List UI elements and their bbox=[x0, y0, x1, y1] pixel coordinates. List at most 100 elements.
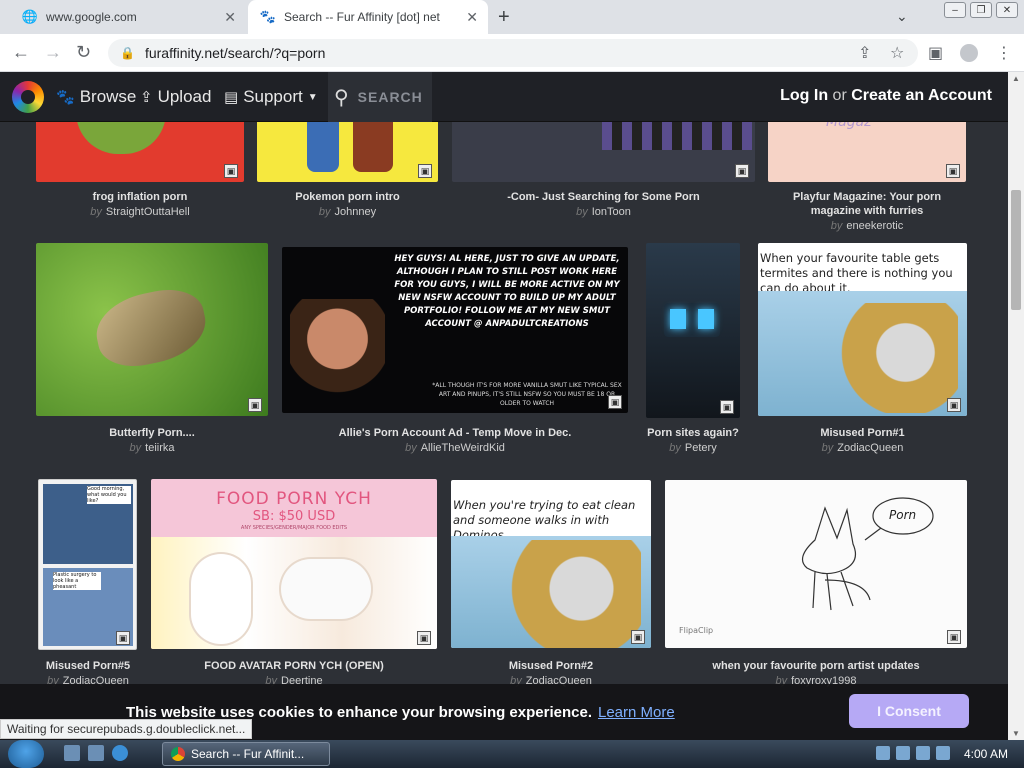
nav-upload[interactable]: ⇪ Upload bbox=[140, 87, 211, 107]
author-link[interactable]: IonToon bbox=[592, 206, 631, 218]
url-text: furaffinity.net/search/?q=porn bbox=[144, 45, 326, 61]
thumbnail-butterfly[interactable]: ▣ bbox=[36, 243, 268, 416]
show-desktop-icon[interactable] bbox=[64, 745, 80, 761]
forward-icon[interactable]: → bbox=[44, 42, 62, 63]
learn-more-link[interactable]: Learn More bbox=[598, 704, 675, 721]
minimize-button[interactable]: – bbox=[944, 2, 966, 18]
profile-avatar[interactable] bbox=[960, 44, 978, 62]
close-icon[interactable]: ✕ bbox=[224, 9, 236, 26]
new-tab-button[interactable]: + bbox=[498, 6, 510, 29]
tab-title: www.google.com bbox=[46, 10, 137, 24]
submission-type-icon: ▣ bbox=[248, 398, 262, 412]
submission-type-icon: ▣ bbox=[417, 631, 431, 645]
close-window-button[interactable]: ✕ bbox=[996, 2, 1018, 18]
address-bar[interactable]: 🔒 furaffinity.net/search/?q=porn bbox=[108, 39, 918, 67]
by-label: by bbox=[318, 206, 331, 218]
thumbnail-pokemon[interactable]: ▣ bbox=[257, 122, 438, 182]
result-author: by teiirka bbox=[36, 442, 268, 454]
thumbnail-food-ych[interactable]: FOOD PORN YCH SB: $50 USD ANY SPECIES/GE… bbox=[151, 479, 437, 649]
reload-icon[interactable]: ↻ bbox=[76, 42, 91, 63]
author-link[interactable]: StraightOuttaHell bbox=[106, 206, 190, 218]
fur-affinity-logo[interactable] bbox=[12, 81, 44, 113]
close-icon[interactable]: ✕ bbox=[466, 9, 478, 26]
chevron-down-icon[interactable]: ⌄ bbox=[896, 8, 908, 25]
thumbnail-allie-ad[interactable]: HEY GUYS! AL HERE, JUST TO GIVE AN UPDAT… bbox=[282, 247, 628, 413]
menu-kebab-icon[interactable]: ⋮ bbox=[996, 43, 1012, 63]
status-bar: Waiting for securepubads.g.doubleclick.n… bbox=[0, 719, 253, 739]
result-author: by AllieTheWeirdKid bbox=[282, 442, 628, 454]
browser-tab-strip: 🌐 www.google.com ✕ 🐾 Search -- Fur Affin… bbox=[0, 0, 1024, 34]
result-title[interactable]: Misused Porn#5 bbox=[20, 659, 156, 673]
thumbnail-misused-1[interactable]: When your favourite table gets termites … bbox=[758, 243, 967, 416]
create-account-link[interactable]: Create an Account bbox=[851, 87, 992, 104]
nav-browse-label: Browse bbox=[79, 87, 137, 106]
page-scrollbar[interactable]: ▲ ▼ bbox=[1008, 72, 1024, 740]
search-icon: ⚲ bbox=[334, 86, 350, 109]
search-field[interactable]: ⚲ SEARCH bbox=[328, 72, 432, 122]
author-link[interactable]: teiirka bbox=[145, 442, 174, 454]
author-link[interactable]: Johnney bbox=[335, 206, 377, 218]
result-title[interactable]: FOOD AVATAR PORN YCH (OPEN) bbox=[151, 659, 437, 673]
author-link[interactable]: Petery bbox=[685, 442, 717, 454]
result-title[interactable]: Allie's Porn Account Ad - Temp Move in D… bbox=[282, 426, 628, 440]
result-title[interactable]: Butterfly Porn.... bbox=[36, 426, 268, 440]
display-icon[interactable] bbox=[916, 746, 930, 760]
nav-upload-label: Upload bbox=[157, 87, 212, 106]
share-icon[interactable]: ⇪ bbox=[858, 43, 871, 63]
volume-muted-icon[interactable] bbox=[936, 746, 950, 760]
thumbnail-porn-sites[interactable]: ▣ bbox=[646, 243, 740, 418]
submission-type-icon: ▣ bbox=[947, 398, 961, 412]
result-title[interactable]: Porn sites again? bbox=[646, 426, 740, 440]
author-link[interactable]: ZodiacQueen bbox=[837, 442, 903, 454]
clock[interactable]: 4:00 AM bbox=[964, 747, 1008, 761]
thumbnail-misused-2[interactable]: When you're trying to eat clean and some… bbox=[451, 480, 651, 648]
scroll-down-arrow-icon[interactable]: ▼ bbox=[1012, 729, 1020, 738]
tray-app-icon[interactable] bbox=[896, 746, 910, 760]
nav-support[interactable]: ▤ Support ▼ bbox=[224, 87, 318, 107]
thumbnail-frog[interactable]: ▣ bbox=[36, 122, 244, 182]
by-label: by bbox=[576, 206, 588, 218]
network-icon[interactable] bbox=[876, 746, 890, 760]
back-icon[interactable]: ← bbox=[12, 42, 30, 63]
result-author: by eneekerotic bbox=[768, 220, 966, 232]
result-title[interactable]: -Com- Just Searching for Some Porn bbox=[452, 190, 755, 204]
consent-button[interactable]: I Consent bbox=[849, 694, 969, 728]
tab-fur-affinity[interactable]: 🐾 Search -- Fur Affinity [dot] net ✕ bbox=[248, 0, 488, 34]
lock-icon[interactable]: 🔒 bbox=[120, 46, 135, 60]
nav-browse[interactable]: 🐾 Browse bbox=[56, 87, 136, 107]
window-switcher-icon[interactable] bbox=[88, 745, 104, 761]
tab-google[interactable]: 🌐 www.google.com ✕ bbox=[8, 0, 246, 34]
author-link[interactable]: eneekerotic bbox=[846, 220, 903, 232]
browser-toolbar: ← → ↻ 🔒 furaffinity.net/search/?q=porn ⇪… bbox=[0, 34, 1024, 72]
result-title[interactable]: Misused Porn#1 bbox=[758, 426, 967, 440]
side-panel-icon[interactable]: ▣ bbox=[928, 43, 943, 63]
nav-support-label: Support bbox=[243, 87, 303, 106]
thumbnail-porn-artist[interactable]: Porn FlipaClip ▣ bbox=[665, 480, 967, 648]
submission-type-icon: ▣ bbox=[946, 164, 960, 178]
result-title[interactable]: Misused Porn#2 bbox=[451, 659, 651, 673]
submission-type-icon: ▣ bbox=[608, 395, 622, 409]
submission-type-icon: ▣ bbox=[631, 630, 645, 644]
taskbar-chrome-window[interactable]: Search -- Fur Affinit... bbox=[162, 742, 330, 766]
author-link[interactable]: AllieTheWeirdKid bbox=[421, 442, 505, 454]
start-button[interactable] bbox=[8, 740, 44, 768]
scrollbar-thumb[interactable] bbox=[1011, 190, 1021, 310]
result-author: by Johnney bbox=[257, 206, 438, 218]
bookmark-star-icon[interactable]: ☆ bbox=[890, 43, 904, 63]
thumbnail-playfur[interactable]: Magaz ▣ bbox=[768, 122, 966, 182]
result-title[interactable]: Playfur Magazine: Your porn magazine wit… bbox=[768, 190, 966, 218]
by-label: by bbox=[830, 220, 843, 232]
search-placeholder: SEARCH bbox=[357, 89, 423, 105]
search-results-gallery: ▣ frog inflation porn by StraightOuttaHel… bbox=[0, 122, 1008, 740]
maximize-button[interactable]: ❐ bbox=[970, 2, 992, 18]
internet-explorer-icon[interactable] bbox=[112, 745, 128, 761]
result-title[interactable]: Pokemon porn intro bbox=[257, 190, 438, 204]
result-title[interactable]: frog inflation porn bbox=[36, 190, 244, 204]
system-tray bbox=[876, 746, 950, 760]
result-title[interactable]: when your favourite porn artist updates bbox=[665, 659, 967, 673]
by-label: by bbox=[90, 206, 102, 218]
thumbnail-misused-5[interactable]: Good morning, what would you like? Plast… bbox=[38, 479, 137, 650]
thumbnail-searching[interactable]: ▣ bbox=[452, 122, 755, 182]
scroll-up-arrow-icon[interactable]: ▲ bbox=[1012, 74, 1020, 83]
login-link[interactable]: Log In bbox=[780, 87, 828, 104]
